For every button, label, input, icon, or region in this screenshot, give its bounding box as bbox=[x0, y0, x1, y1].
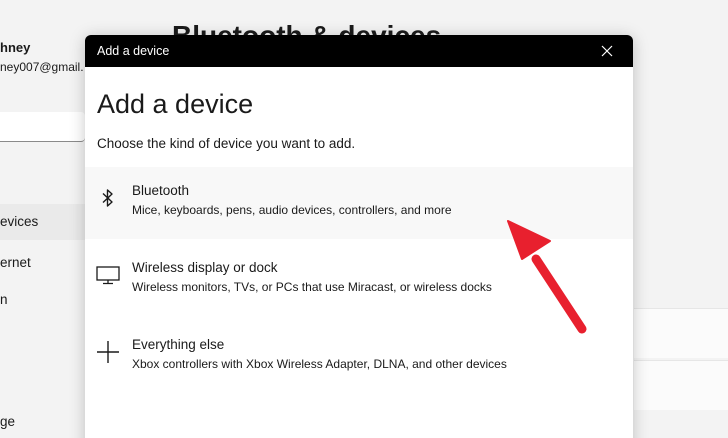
monitor-icon bbox=[95, 262, 121, 288]
option-title: Everything else bbox=[132, 337, 225, 352]
close-icon bbox=[601, 45, 613, 57]
option-everything-else[interactable]: Everything else Xbox controllers with Xb… bbox=[85, 321, 633, 393]
option-description: Xbox controllers with Xbox Wireless Adap… bbox=[132, 357, 507, 371]
option-wireless-display[interactable]: Wireless display or dock Wireless monito… bbox=[85, 244, 633, 316]
option-title: Bluetooth bbox=[132, 183, 190, 198]
plus-icon bbox=[95, 339, 121, 365]
account-name: hney bbox=[0, 40, 31, 55]
sidebar-item-label: evices bbox=[0, 214, 39, 229]
settings-sidebar: hney ney007@gmail. evices ernet n ge bbox=[0, 0, 85, 438]
add-device-dialog: Add a device Add a device Choose the kin… bbox=[85, 35, 633, 438]
find-setting-search-input[interactable] bbox=[0, 112, 85, 142]
dialog-heading: Add a device bbox=[97, 89, 254, 119]
settings-card[interactable] bbox=[634, 360, 728, 410]
account-email: ney007@gmail. bbox=[0, 60, 84, 74]
dialog-titlebar-text: Add a device bbox=[97, 44, 170, 58]
sidebar-item-label: ernet bbox=[0, 255, 31, 270]
sidebar-item-network-internet[interactable]: ernet bbox=[0, 255, 31, 270]
sidebar-item-label: ge bbox=[0, 414, 16, 429]
settings-card[interactable] bbox=[634, 308, 728, 358]
sidebar-item-personalization[interactable]: n bbox=[0, 292, 8, 307]
sidebar-item-label: n bbox=[0, 292, 8, 307]
dialog-subtitle: Choose the kind of device you want to ad… bbox=[97, 136, 356, 151]
dialog-titlebar: Add a device bbox=[85, 35, 633, 67]
bluetooth-icon bbox=[95, 185, 121, 211]
sidebar-item-bluetooth-devices[interactable]: evices bbox=[0, 204, 85, 240]
option-title: Wireless display or dock bbox=[132, 260, 278, 275]
close-button[interactable] bbox=[595, 39, 619, 63]
option-description: Mice, keyboards, pens, audio devices, co… bbox=[132, 203, 452, 217]
option-description: Wireless monitors, TVs, or PCs that use … bbox=[132, 280, 492, 294]
sidebar-item-language[interactable]: ge bbox=[0, 414, 15, 429]
option-bluetooth[interactable]: Bluetooth Mice, keyboards, pens, audio d… bbox=[85, 167, 633, 239]
